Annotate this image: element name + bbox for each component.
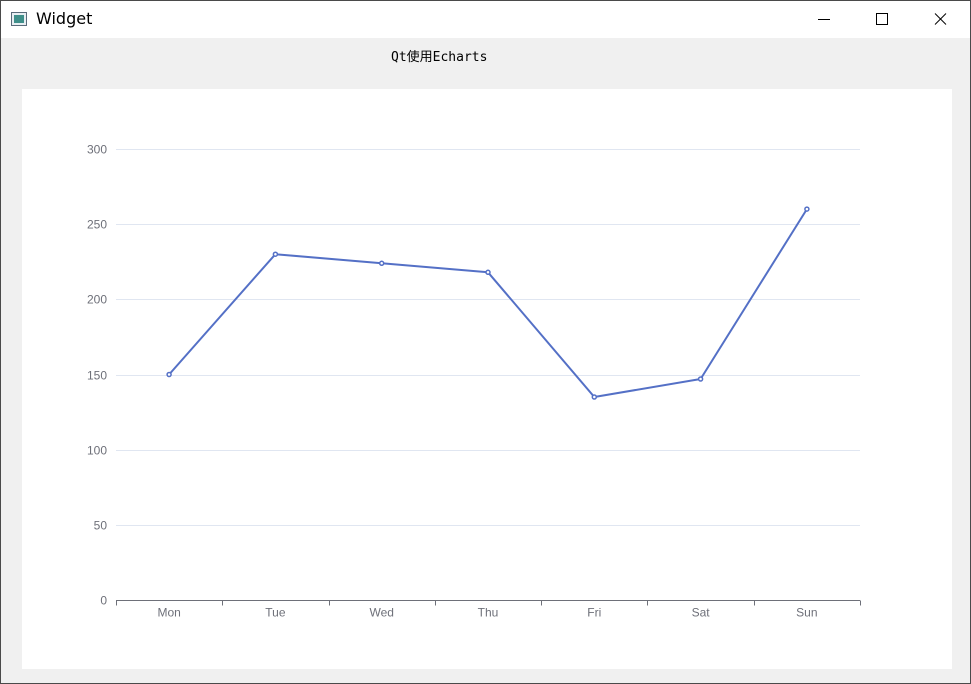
chart-panel: 0 50 100 150 200 250 300 Mon Tue Wed Thu Fri Sat Sun <box>22 89 952 669</box>
x-tick-label: Wed <box>369 606 393 620</box>
series-layer <box>166 206 810 400</box>
x-tick-label: Tue <box>265 606 286 620</box>
caption-label: Qt使用Echarts <box>391 50 488 65</box>
line-chart: 0 50 100 150 200 250 300 Mon Tue Wed Thu Fri Sat Sun <box>87 143 861 620</box>
data-point[interactable] <box>378 260 385 267</box>
data-point[interactable] <box>272 251 279 257</box>
data-point[interactable] <box>485 269 491 276</box>
y-tick-label: 200 <box>87 293 107 307</box>
y-tick-label: 100 <box>87 444 107 458</box>
minimize-button[interactable] <box>795 1 853 38</box>
data-point[interactable] <box>804 206 810 212</box>
y-tick-label: 250 <box>87 218 107 232</box>
x-tick-label: Sun <box>796 606 817 620</box>
close-button[interactable] <box>911 1 969 38</box>
app-window-icon <box>11 12 27 26</box>
data-point[interactable] <box>591 394 598 400</box>
x-tick-label: Sat <box>692 606 711 620</box>
close-icon <box>934 13 947 25</box>
y-tick-label: 0 <box>100 594 107 608</box>
title-bar[interactable]: Widget <box>1 1 970 38</box>
x-tick-label: Thu <box>478 606 499 620</box>
data-point[interactable] <box>166 371 172 378</box>
app-window: Widget Qt使用Echarts 0 50 100 150 200 250 300 Mo… <box>0 0 971 684</box>
x-tick-label: Mon <box>157 606 180 620</box>
grid-lines <box>116 149 860 526</box>
x-tick-label: Fri <box>587 606 601 620</box>
y-tick-label: 50 <box>94 519 108 533</box>
window-title: Widget <box>36 9 93 28</box>
x-axis-labels: Mon Tue Wed Thu Fri Sat Sun <box>157 606 817 620</box>
y-tick-label: 150 <box>87 369 107 383</box>
y-tick-label: 300 <box>87 143 107 157</box>
y-axis-labels: 0 50 100 150 200 250 300 <box>87 143 107 608</box>
maximize-icon <box>876 13 888 25</box>
series-line <box>168 208 808 398</box>
minimize-icon <box>818 19 830 20</box>
maximize-button[interactable] <box>853 1 911 38</box>
data-point[interactable] <box>697 376 704 382</box>
